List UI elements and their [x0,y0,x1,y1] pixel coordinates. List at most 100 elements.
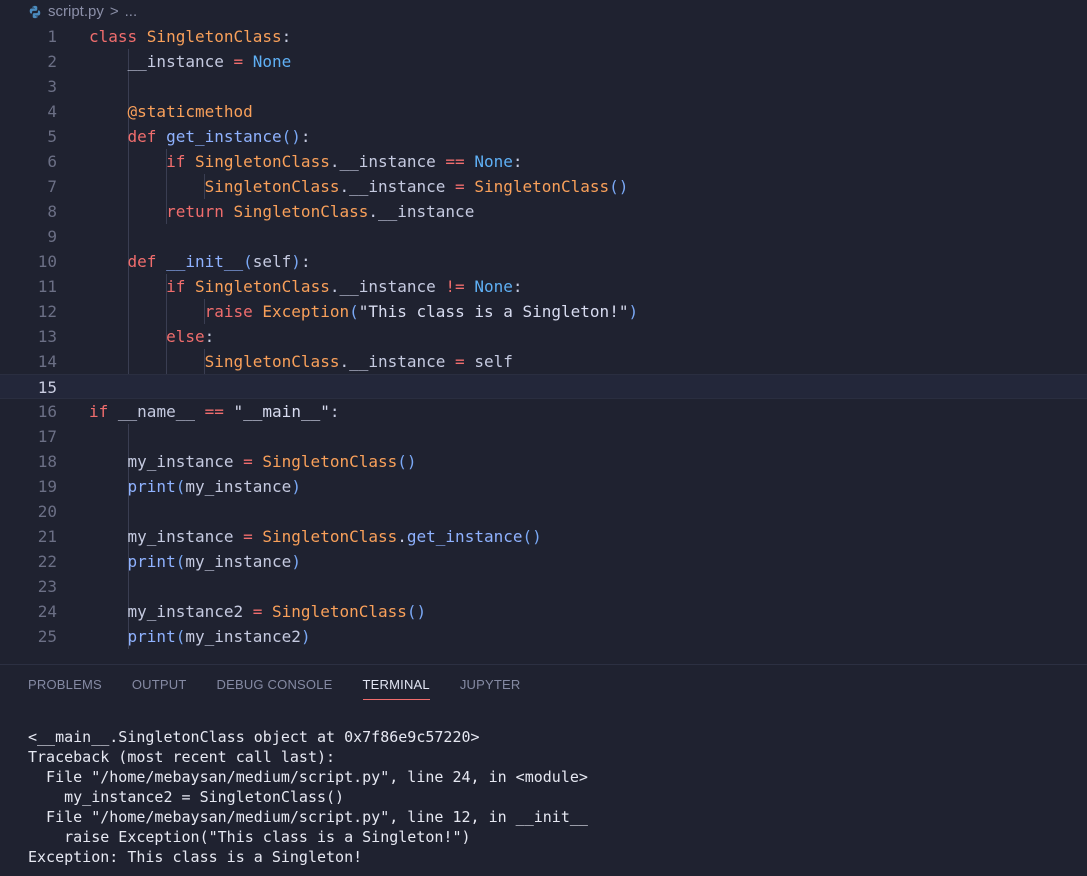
code-line[interactable]: 3 [0,74,1087,99]
code-line[interactable]: 22 print(my_instance) [0,549,1087,574]
code-token: . [397,527,407,546]
code-line[interactable]: 6 if SingletonClass.__instance == None: [0,149,1087,174]
tab-terminal[interactable]: TERMINAL [362,677,430,700]
code-token: "__main__" [233,402,330,421]
code-line[interactable]: 24 my_instance2 = SingletonClass() [0,599,1087,624]
code-text[interactable]: if SingletonClass.__instance != None: [89,274,522,299]
code-token: return [166,202,234,221]
code-token: self [474,352,513,371]
code-token: print [127,552,176,571]
code-text[interactable]: def get_instance(): [89,124,311,149]
code-token: = [455,352,475,371]
code-text[interactable]: class SingletonClass: [89,24,291,49]
line-number: 11 [37,277,57,296]
code-line[interactable]: 9 [0,224,1087,249]
breadcrumb-file[interactable]: script.py [48,0,104,24]
code-line[interactable]: 2 __instance = None [0,49,1087,74]
code-text[interactable]: @staticmethod [89,99,253,124]
code-text[interactable]: print(my_instance) [89,549,301,574]
code-line[interactable]: 18 my_instance = SingletonClass() [0,449,1087,474]
code-token: def [127,127,167,146]
code-line[interactable]: 21 my_instance = SingletonClass.get_inst… [0,524,1087,549]
code-token: SingletonClass [204,177,340,196]
code-token: = [455,177,475,196]
line-number: 15 [37,378,57,397]
line-number: 7 [47,177,57,196]
tab-problems[interactable]: PROBLEMS [28,677,102,700]
code-token: None [474,152,513,171]
code-token: SingletonClass [262,527,398,546]
code-token: my_instance [185,477,292,496]
indent-guide [128,499,129,524]
breadcrumb[interactable]: script.py > ... [28,0,137,24]
terminal-output[interactable]: <__main__.SingletonClass object at 0x7f8… [28,727,588,867]
code-line[interactable]: 14 SingletonClass.__instance = self [0,349,1087,374]
code-text[interactable]: my_instance = SingletonClass() [89,449,417,474]
terminal-line: Traceback (most recent call last): [28,748,336,766]
code-text[interactable]: my_instance2 = SingletonClass() [89,599,427,624]
terminal-line: my_instance2 = SingletonClass() [28,788,345,806]
code-token: None [252,52,292,71]
code-text[interactable]: if __name__ == "__main__": [89,399,339,424]
code-line[interactable]: 12 raise Exception("This class is a Sing… [0,299,1087,324]
code-text[interactable]: print(my_instance) [89,474,301,499]
code-text[interactable]: def __init__(self): [89,249,311,274]
code-line[interactable]: 13 else: [0,324,1087,349]
code-token: : [204,327,215,346]
code-token: __instance [89,52,234,71]
code-editor[interactable]: script.py > ... 1 class SingletonClass: 2 … [0,0,1087,664]
code-text[interactable]: raise Exception("This class is a Singlet… [89,299,639,324]
code-token: = [243,452,263,471]
breadcrumb-more[interactable]: ... [125,0,138,24]
code-token: ( [243,252,253,271]
code-line[interactable]: 16 if __name__ == "__main__": [0,399,1087,424]
code-token: : [300,252,311,271]
code-line[interactable]: 15 [0,374,1087,399]
code-line[interactable]: 20 [0,499,1087,524]
code-text[interactable]: SingletonClass.__instance = SingletonCla… [89,174,629,199]
code-token: () [609,177,629,196]
code-text[interactable]: my_instance = SingletonClass.get_instanc… [89,524,542,549]
code-line[interactable]: 4 @staticmethod [0,99,1087,124]
line-number: 12 [37,302,57,321]
code-line[interactable]: 8 return SingletonClass.__instance [0,199,1087,224]
line-number: 22 [37,552,57,571]
panel-tabs: PROBLEMS OUTPUT DEBUG CONSOLE TERMINAL JUPYT… [28,677,521,700]
line-number: 18 [37,452,57,471]
code-text[interactable]: else: [89,324,214,349]
code-text[interactable]: if SingletonClass.__instance == None: [89,149,522,174]
code-token: .__instance [339,352,456,371]
code-token: my_instance [89,527,244,546]
code-line[interactable]: 23 [0,574,1087,599]
code-line[interactable]: 1 class SingletonClass: [0,24,1087,49]
code-token: if [166,152,195,171]
code-token: None [474,277,513,296]
code-text[interactable]: SingletonClass.__instance = self [89,349,513,374]
code-line[interactable]: 25 print(my_instance2) [0,624,1087,649]
tab-output[interactable]: OUTPUT [132,677,187,700]
line-number: 25 [37,627,57,646]
code-token: class [89,27,147,46]
code-token: SingletonClass [233,202,369,221]
code-line[interactable]: 10 def __init__(self): [0,249,1087,274]
tab-jupyter[interactable]: JUPYTER [460,677,521,700]
indent-guide [128,424,129,449]
terminal-line: <__main__.SingletonClass object at 0x7f8… [28,728,480,746]
indent-guide [128,574,129,599]
code-text[interactable]: print(my_instance2) [89,624,311,649]
code-line[interactable]: 17 [0,424,1087,449]
tab-debug-console[interactable]: DEBUG CONSOLE [217,677,333,700]
code-line[interactable]: 11 if SingletonClass.__instance != None: [0,274,1087,299]
code-token: __init__ [166,252,244,271]
code-line[interactable]: 5 def get_instance(): [0,124,1087,149]
code-lines[interactable]: 1 class SingletonClass: 2 __instance = Non… [0,24,1087,649]
code-text[interactable]: return SingletonClass.__instance [89,199,474,224]
code-line[interactable]: 19 print(my_instance) [0,474,1087,499]
line-number: 2 [47,52,57,71]
code-line[interactable]: 7 SingletonClass.__instance = SingletonC… [0,174,1087,199]
code-text[interactable]: __instance = None [89,49,292,74]
